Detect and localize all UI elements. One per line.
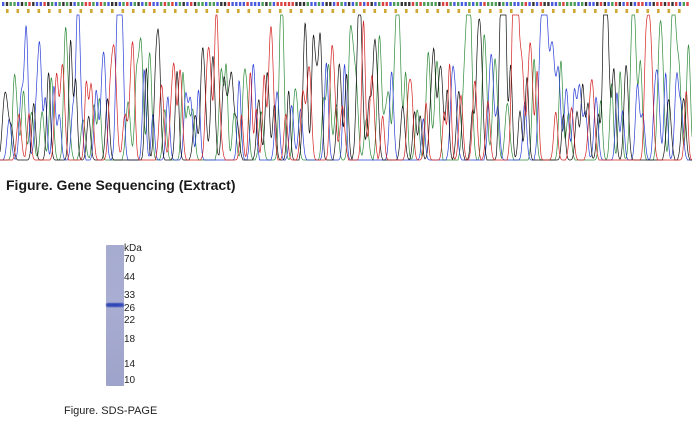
marker-label: 33 [124, 290, 136, 301]
sequencing-chromatogram [0, 0, 692, 164]
gel-lane [106, 245, 124, 386]
marker-label: 14 [124, 359, 136, 370]
marker-label: 18 [124, 334, 136, 345]
gene-sequencing-caption: Figure. Gene Sequencing (Extract) [6, 177, 236, 193]
protein-band [106, 303, 124, 307]
marker-label: 70 [124, 254, 136, 265]
marker-label: 22 [124, 315, 136, 326]
marker-label: 10 [124, 375, 136, 386]
chromatogram-image [0, 2, 692, 161]
kda-unit-label: kDa [124, 243, 142, 254]
marker-label: 44 [124, 272, 136, 283]
sds-page-gel: kDa 70 44 33 26 22 18 14 10 [104, 243, 164, 388]
sds-page-caption: Figure. SDS-PAGE [64, 405, 158, 417]
trace-c [0, 14, 692, 161]
marker-label: 26 [124, 303, 136, 314]
